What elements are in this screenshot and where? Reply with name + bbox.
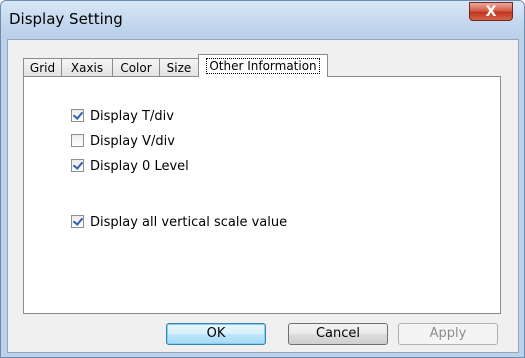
close-button[interactable]: X [469,2,513,21]
checkbox-label: Display 0 Level [90,159,189,174]
tab-label: Color [120,61,152,75]
cancel-button[interactable]: Cancel [288,323,388,345]
display-all-vertical-scale-checkbox[interactable]: Display all vertical scale value [71,215,287,231]
tab-other-information[interactable]: Other Information [198,54,328,77]
dialog-title: Display Setting [9,10,123,28]
title-bar[interactable]: Display Setting X [1,1,524,39]
checkbox-box[interactable] [71,109,84,122]
apply-button[interactable]: Apply [398,323,498,345]
checkbox-label: Display all vertical scale value [90,215,288,230]
checkbox-label: Display V/div [90,134,175,149]
checkbox-box[interactable] [71,215,84,228]
display-setting-dialog: Display Setting X Grid Xaxis Color Size … [0,0,525,358]
tab-xaxis[interactable]: Xaxis [61,58,113,76]
ok-button[interactable]: OK [166,323,266,345]
tab-label: Grid [29,61,56,75]
checkbox-box[interactable] [71,134,84,147]
tab-label: Xaxis [70,61,104,75]
display-tdiv-checkbox[interactable]: Display T/div [71,109,174,125]
tab-color[interactable]: Color [112,58,160,76]
tab-label: Size [166,61,192,75]
checkbox-label: Display T/div [90,109,174,124]
tab-grid[interactable]: Grid [23,58,62,76]
display-vdiv-checkbox[interactable]: Display V/div [71,134,175,150]
display-zero-level-checkbox[interactable]: Display 0 Level [71,159,189,175]
checkbox-box[interactable] [71,159,84,172]
tab-label: Other Information [206,58,320,74]
other-information-panel: Display T/div Display V/div Display 0 Le… [23,76,501,314]
close-icon: X [485,4,497,20]
tab-size[interactable]: Size [159,58,199,76]
dialog-client-area: Grid Xaxis Color Size Other Information … [7,39,519,353]
